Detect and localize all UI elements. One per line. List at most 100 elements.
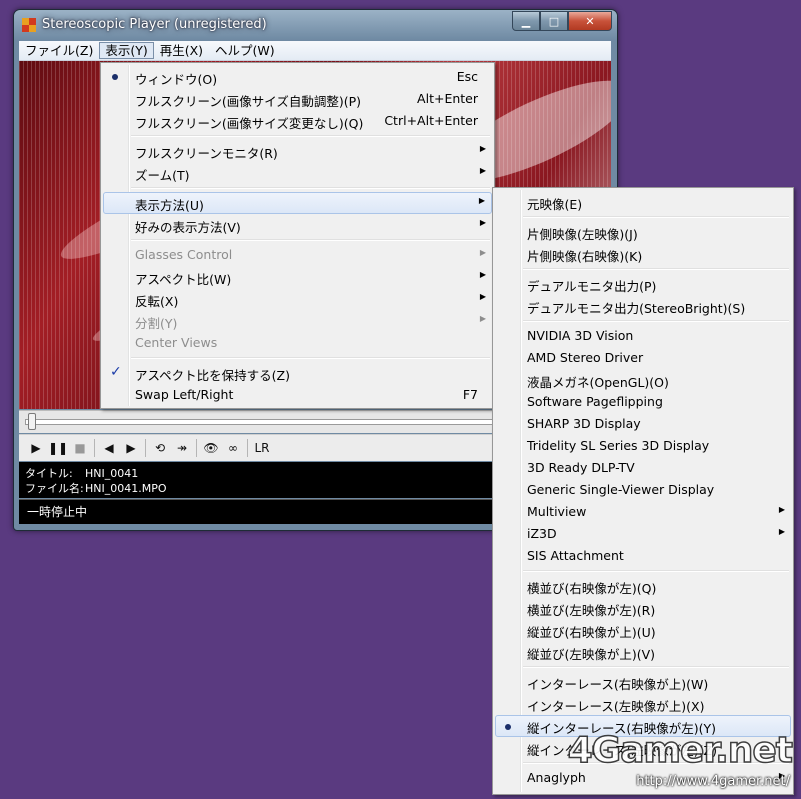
toolbar-separator: [196, 439, 197, 457]
menu-item-label: 横並び(右映像が左)(Q): [527, 581, 657, 596]
view-menu-item-p[interactable]: フルスクリーン(画像サイズ自動調整)(P) Alt+Enter: [103, 88, 492, 110]
view-menu: ウィンドウ(O) Esc フルスクリーン(画像サイズ自動調整)(P) Alt+Ente…: [100, 62, 495, 409]
radio-bullet-icon: [505, 724, 511, 730]
menu-playback[interactable]: 再生(X): [154, 42, 209, 59]
status-text: 一時停止中: [27, 505, 88, 519]
menu-item-label: 元映像(E): [527, 197, 583, 212]
eye-button[interactable]: 👁: [200, 437, 222, 459]
stereo-lr-button[interactable]: LR: [251, 437, 273, 459]
menu-item-label: Center Views: [135, 335, 218, 350]
menu-item-label: 縦並び(右映像が上)(U): [527, 625, 656, 640]
display-method-item-e[interactable]: 元映像(E): [495, 191, 791, 213]
stop-button[interactable]: ■: [69, 437, 91, 459]
display-method-item-sharp-3d-display[interactable]: SHARP 3D Display: [495, 413, 791, 435]
seek-thumb[interactable]: [28, 413, 36, 430]
app-icon: [22, 18, 36, 32]
next-button[interactable]: ▶: [120, 437, 142, 459]
title-bar[interactable]: Stereoscopic Player (unregistered) ▁ □ ✕: [14, 10, 617, 40]
view-menu-item-y: 分割(Y) ▶: [103, 310, 492, 332]
play-button[interactable]: ▶: [25, 437, 47, 459]
menu-view[interactable]: 表示(Y): [99, 42, 154, 59]
view-menu-item-center-views: Center Views: [103, 332, 492, 354]
pause-button[interactable]: ❚❚: [47, 437, 69, 459]
display-method-item-w[interactable]: インターレース(右映像が上)(W): [495, 671, 791, 693]
submenu-arrow-icon: ▶: [778, 771, 785, 780]
menu-separator: [523, 666, 789, 668]
previous-button[interactable]: ◀: [98, 437, 120, 459]
menu-separator: [131, 357, 490, 359]
display-method-item-sis-attachment[interactable]: SIS Attachment: [495, 545, 791, 567]
display-method-item-j[interactable]: 片側映像(左映像)(J): [495, 221, 791, 243]
shortcut-label: Ctrl+Alt+Enter: [384, 113, 478, 128]
menu-item-label: NVIDIA 3D Vision: [527, 328, 634, 343]
menu-item-label: デュアルモニタ出力(P): [527, 279, 657, 294]
display-method-item-anaglyph[interactable]: Anaglyph ▶: [495, 767, 791, 789]
display-method-item-q[interactable]: 横並び(右映像が左)(Q): [495, 575, 791, 597]
view-menu-item-z[interactable]: ✓ アスペクト比を保持する(Z): [103, 362, 492, 384]
maximize-button[interactable]: □: [540, 11, 568, 31]
display-method-item-v[interactable]: 縦並び(左映像が上)(V): [495, 641, 791, 663]
menu-item-label: Glasses Control: [135, 247, 233, 262]
view-menu-item-x[interactable]: 反転(X) ▶: [103, 288, 492, 310]
display-method-item-stereobright-s[interactable]: デュアルモニタ出力(StereoBright)(S): [495, 295, 791, 317]
shortcut-label: Alt+Enter: [417, 91, 478, 106]
view-menu-item-swap-left-right[interactable]: Swap Left/Right F7: [103, 384, 492, 406]
view-menu-item-w[interactable]: アスペクト比(W) ▶: [103, 266, 492, 288]
minimize-button[interactable]: ▁: [512, 11, 540, 31]
display-method-item-opengl-o[interactable]: 液晶メガネ(OpenGL)(O): [495, 369, 791, 391]
view-menu-item-t[interactable]: ズーム(T) ▶: [103, 162, 492, 184]
display-method-item-z[interactable]: 縦インターレース(左映像が左)(Z): [495, 737, 791, 759]
menu-file[interactable]: ファイル(Z): [19, 42, 99, 59]
display-method-item-tridelity-sl-series-3d-display[interactable]: Tridelity SL Series 3D Display: [495, 435, 791, 457]
menu-item-label: アスペクト比を保持する(Z): [135, 368, 290, 383]
menu-item-label: Tridelity SL Series 3D Display: [527, 438, 710, 453]
display-method-item-3d-ready-dlp-tv[interactable]: 3D Ready DLP-TV: [495, 457, 791, 479]
submenu-arrow-icon: ▶: [479, 314, 486, 323]
view-menu-item-v[interactable]: 好みの表示方法(V) ▶: [103, 214, 492, 236]
filename-value: HNI_0041.MPO: [85, 482, 167, 495]
shortcut-label: F7: [462, 387, 478, 402]
menu-item-label: Swap Left/Right: [135, 387, 234, 402]
window-title: Stereoscopic Player (unregistered): [42, 17, 267, 32]
display-method-item-iz3d[interactable]: iZ3D ▶: [495, 523, 791, 545]
display-method-item-u[interactable]: 縦並び(右映像が上)(U): [495, 619, 791, 641]
menu-item-label: フルスクリーン(画像サイズ変更なし)(Q): [135, 116, 364, 131]
display-method-item-y[interactable]: 縦インターレース(右映像が左)(Y): [495, 715, 791, 737]
menu-item-label: SIS Attachment: [527, 548, 624, 563]
display-method-item-r[interactable]: 横並び(左映像が左)(R): [495, 597, 791, 619]
view-menu-item-r[interactable]: フルスクリーンモニタ(R) ▶: [103, 140, 492, 162]
menu-item-label: アスペクト比(W): [135, 272, 232, 287]
menu-separator: [523, 216, 789, 218]
display-method-item-x[interactable]: インターレース(左映像が上)(X): [495, 693, 791, 715]
display-method-item-p[interactable]: デュアルモニタ出力(P): [495, 273, 791, 295]
step-button[interactable]: ↠: [171, 437, 193, 459]
display-method-item-software-pageflipping[interactable]: Software Pageflipping: [495, 391, 791, 413]
menu-item-label: 横並び(左映像が左)(R): [527, 603, 656, 618]
display-method-item-amd-stereo-driver[interactable]: AMD Stereo Driver: [495, 347, 791, 369]
menu-item-label: Software Pageflipping: [527, 394, 663, 409]
menu-item-label: 3D Ready DLP-TV: [527, 460, 635, 475]
view-menu-item-q[interactable]: フルスクリーン(画像サイズ変更なし)(Q) Ctrl+Alt+Enter: [103, 110, 492, 132]
menu-item-label: インターレース(右映像が上)(W): [527, 677, 709, 692]
close-button[interactable]: ✕: [568, 11, 612, 31]
title-label: タイトル:: [25, 467, 73, 480]
glasses-button[interactable]: ∞: [222, 437, 244, 459]
menu-item-label: 片側映像(左映像)(J): [527, 227, 638, 242]
menu-item-label: 分割(Y): [135, 316, 178, 331]
menu-separator: [131, 239, 490, 241]
display-method-item-k[interactable]: 片側映像(右映像)(K): [495, 243, 791, 265]
menu-item-label: 好みの表示方法(V): [135, 220, 241, 235]
display-method-item-multiview[interactable]: Multiview ▶: [495, 501, 791, 523]
view-menu-item-o[interactable]: ウィンドウ(O) Esc: [103, 66, 492, 88]
menu-help[interactable]: ヘルプ(W): [209, 42, 281, 59]
display-method-item-generic-single-viewer-display[interactable]: Generic Single-Viewer Display: [495, 479, 791, 501]
menu-item-label: AMD Stereo Driver: [527, 350, 644, 365]
menu-item-label: iZ3D: [527, 526, 557, 541]
loop-button[interactable]: ⟲: [149, 437, 171, 459]
submenu-arrow-icon: ▶: [479, 270, 486, 279]
view-menu-item-u[interactable]: 表示方法(U) ▶: [103, 192, 492, 214]
submenu-arrow-icon: ▶: [479, 292, 486, 301]
menu-item-label: ウィンドウ(O): [135, 72, 218, 87]
menu-item-label: デュアルモニタ出力(StereoBright)(S): [527, 301, 746, 316]
display-method-item-nvidia-3d-vision[interactable]: NVIDIA 3D Vision: [495, 325, 791, 347]
